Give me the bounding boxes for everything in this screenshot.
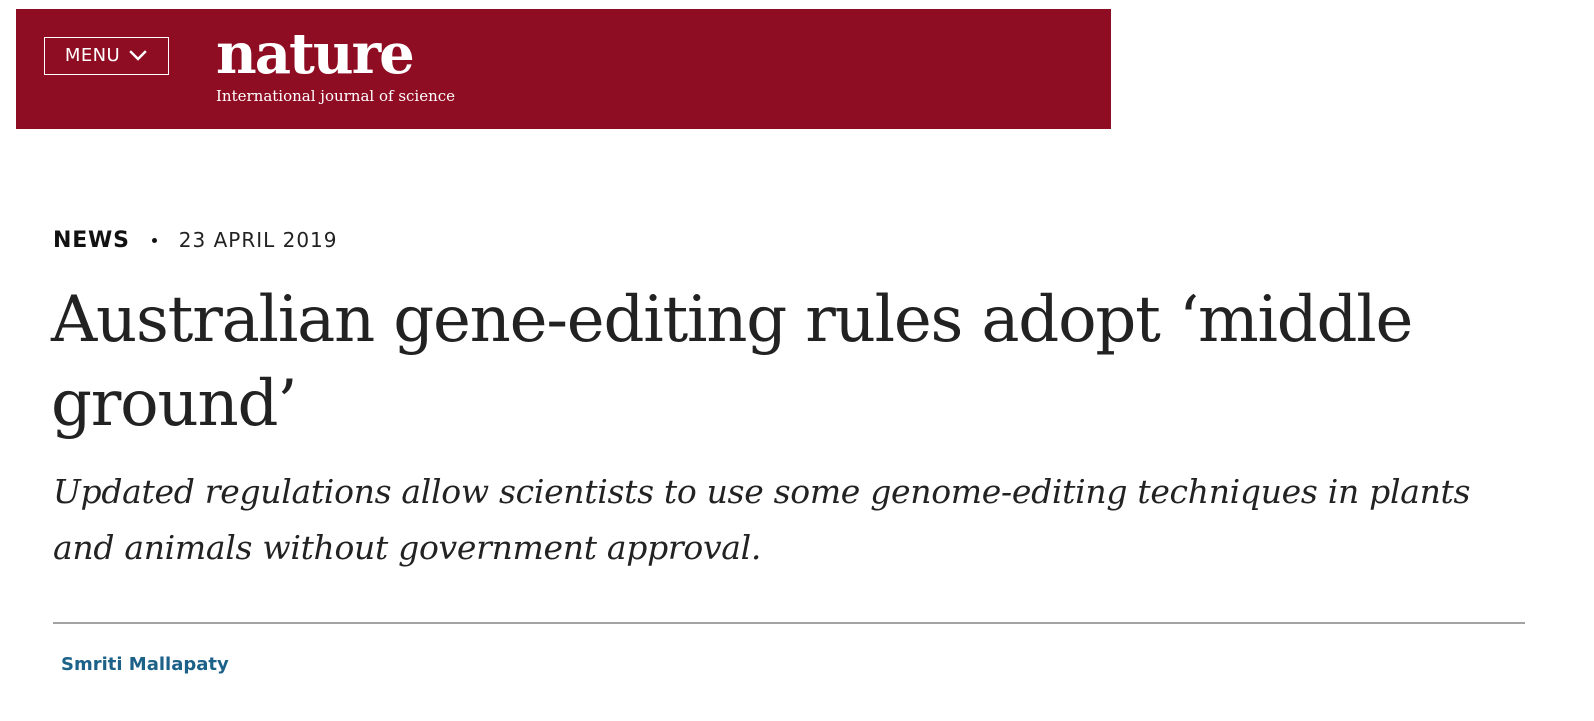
article-title: Australian gene-editing rules adopt ‘mid… <box>51 283 1413 441</box>
article-standfirst: Updated regulations allow scientists to … <box>53 472 1471 567</box>
meta-separator <box>151 237 157 243</box>
menu-button[interactable]: MENU <box>44 37 169 75</box>
article-divider <box>53 622 1525 624</box>
article-type: NEWS <box>53 227 130 253</box>
menu-label: MENU <box>64 45 121 66</box>
logo-tagline: International journal of science <box>216 87 456 105</box>
article-date: 23 APRIL 2019 <box>178 228 338 252</box>
article-meta: NEWS 23 APRIL 2019 <box>53 225 338 255</box>
chevron-down-icon <box>128 49 148 63</box>
nature-logo[interactable]: nature International journal of science <box>216 26 456 108</box>
author-link[interactable]: Smriti Mallapaty <box>61 654 229 675</box>
logo-wordmark: nature <box>216 21 415 87</box>
site-header: MENU nature International journal of sci… <box>16 9 1111 129</box>
